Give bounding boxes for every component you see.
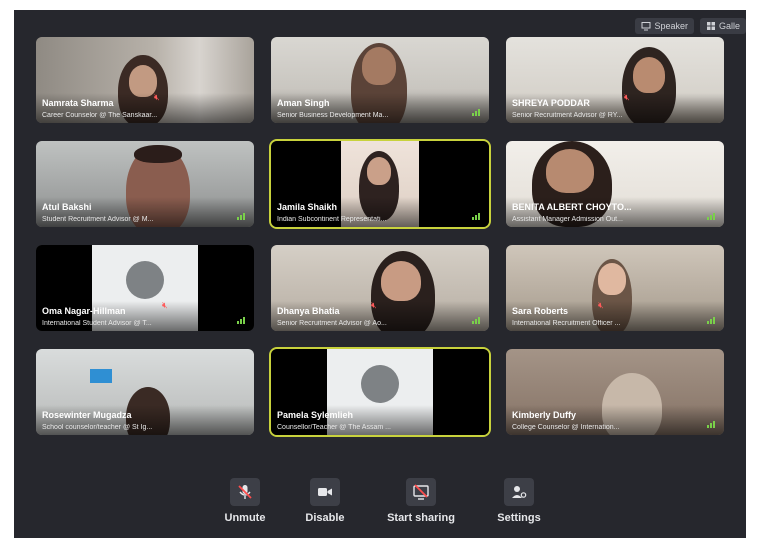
signal-icon bbox=[707, 421, 715, 428]
participant-role: Career Counselor @ The Sanskaar... bbox=[42, 112, 158, 119]
start-sharing-label: Start sharing bbox=[387, 512, 455, 524]
mic-muted-icon: 🔇︎ bbox=[162, 300, 168, 310]
monitor-icon bbox=[641, 22, 651, 31]
participant-tile[interactable]: BENITA ALBERT CHOYTO... Assistant Manage… bbox=[506, 141, 724, 227]
participant-role: Senior Recruitment Advisor @ Ao... bbox=[277, 320, 387, 327]
avatar-placeholder bbox=[126, 261, 164, 299]
participant-name: Rosewinter Mugadza bbox=[42, 410, 132, 420]
signal-icon bbox=[472, 213, 480, 220]
participant-name: BENITA ALBERT CHOYTO... bbox=[512, 202, 632, 212]
participant-name: Pamela Sylemlieh bbox=[277, 410, 354, 420]
participant-role: International Recruitment Officer ... bbox=[512, 320, 621, 327]
settings-icon bbox=[512, 486, 527, 498]
mic-muted-icon: 🔇︎ bbox=[154, 92, 160, 102]
participant-tile[interactable]: SHREYA PODDAR Senior Recruitment Advisor… bbox=[506, 37, 724, 123]
speaker-view-button[interactable]: Speaker bbox=[635, 18, 694, 34]
participant-role: International Student Advisor @ T... bbox=[42, 320, 152, 327]
mic-muted-icon: 🔇︎ bbox=[598, 300, 604, 310]
participant-role: Student Recruitment Advisor @ M... bbox=[42, 216, 154, 223]
start-sharing-button[interactable]: Start sharing bbox=[386, 478, 456, 524]
participant-name: Namrata Sharma bbox=[42, 98, 114, 108]
screen-share-icon bbox=[413, 484, 429, 500]
participant-name: Kimberly Duffy bbox=[512, 410, 577, 420]
participant-name: SHREYA PODDAR bbox=[512, 98, 590, 108]
participant-tile[interactable]: Dhanya Bhatia Senior Recruitment Advisor… bbox=[271, 245, 489, 331]
participant-role: Senior Recruitment Advisor @ RY... bbox=[512, 112, 623, 119]
signal-icon bbox=[472, 317, 480, 324]
video-camera-icon bbox=[318, 488, 332, 496]
participant-tile[interactable]: Namrata Sharma Career Counselor @ The Sa… bbox=[36, 37, 254, 123]
participant-name: Aman Singh bbox=[277, 98, 330, 108]
gallery-view-label: Galle bbox=[718, 21, 740, 31]
participant-name: Dhanya Bhatia bbox=[277, 306, 340, 316]
grid-icon bbox=[706, 22, 715, 30]
signal-icon bbox=[237, 213, 245, 220]
participant-tile[interactable]: Oma Nagar-Hillman International Student … bbox=[36, 245, 254, 331]
participant-role: Senior Business Development Ma... bbox=[277, 112, 389, 119]
avatar-placeholder bbox=[361, 365, 399, 403]
participant-name: Sara Roberts bbox=[512, 306, 569, 316]
signal-icon bbox=[237, 317, 245, 324]
participant-tile[interactable]: Kimberly Duffy College Counselor @ Inter… bbox=[506, 349, 724, 435]
participant-role: Counsellor/Teacher @ The Assam ... bbox=[277, 424, 391, 431]
mic-off-icon bbox=[238, 485, 252, 499]
speaker-view-label: Speaker bbox=[654, 21, 688, 31]
participant-role: Assistant Manager Admission Out... bbox=[512, 216, 623, 223]
unmute-label: Unmute bbox=[224, 512, 266, 524]
participant-tile[interactable]: Atul Bakshi Student Recruitment Advisor … bbox=[36, 141, 254, 227]
signal-icon bbox=[707, 317, 715, 324]
participant-tile-active-speaker[interactable]: Jamila Shaikh Indian Subcontinent Repres… bbox=[271, 141, 489, 227]
gallery-view-button[interactable]: Galle bbox=[699, 18, 746, 34]
participant-name: Atul Bakshi bbox=[42, 202, 92, 212]
participant-tile-active-speaker[interactable]: Pamela Sylemlieh Counsellor/Teacher @ Th… bbox=[271, 349, 489, 435]
participant-role: Indian Subcontinent Representati... bbox=[277, 216, 387, 223]
signal-icon bbox=[472, 109, 480, 116]
disable-label: Disable bbox=[305, 512, 345, 524]
participant-tile[interactable]: Aman Singh Senior Business Development M… bbox=[271, 37, 489, 123]
participant-tile[interactable]: Rosewinter Mugadza School counselor/teac… bbox=[36, 349, 254, 435]
meeting-window: Speaker Galle Namrata Sharma Career Coun… bbox=[14, 10, 746, 538]
settings-button[interactable]: Settings bbox=[484, 478, 554, 524]
participant-tile[interactable]: Sara Roberts International Recruitment O… bbox=[506, 245, 724, 331]
signal-icon bbox=[707, 213, 715, 220]
mic-muted-icon: 🔇︎ bbox=[371, 300, 377, 310]
meeting-toolbar: Unmute Disable Start sharing Settings bbox=[14, 478, 746, 534]
participant-name: Oma Nagar-Hillman bbox=[42, 306, 126, 316]
unmute-button[interactable]: Unmute bbox=[210, 478, 280, 524]
participant-role: College Counselor @ Internation... bbox=[512, 424, 620, 431]
settings-label: Settings bbox=[497, 512, 541, 524]
mic-muted-icon: 🔇︎ bbox=[624, 92, 630, 102]
view-switcher: Speaker Galle bbox=[635, 18, 746, 34]
participant-name: Jamila Shaikh bbox=[277, 202, 338, 212]
participant-role: School counselor/teacher @ St Ig... bbox=[42, 424, 153, 431]
disable-video-button[interactable]: Disable bbox=[290, 478, 360, 524]
